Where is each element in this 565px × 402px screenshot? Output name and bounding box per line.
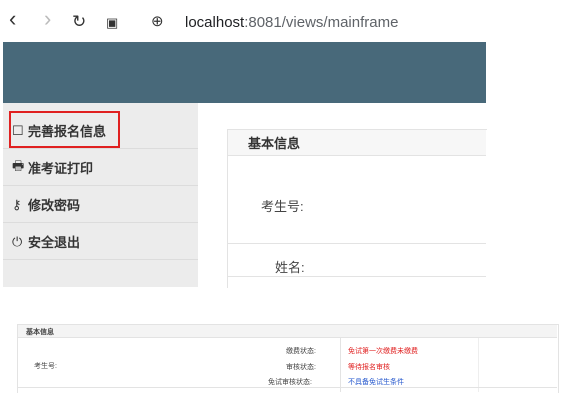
exempt-review-status-label: 免试审核状态: bbox=[268, 379, 312, 386]
sidebar-item-label: 安全退出 bbox=[28, 235, 81, 250]
thumbnail-header bbox=[18, 325, 557, 338]
print-icon: 🖶 bbox=[12, 157, 25, 173]
row-divider bbox=[228, 243, 486, 244]
sidebar-item-print-admission[interactable]: 🖶 准考证打印 bbox=[3, 150, 198, 186]
review-status-value: 等待报名审核 bbox=[348, 364, 390, 371]
review-status-label: 审核状态: bbox=[286, 364, 316, 371]
thumbnail-divider bbox=[18, 387, 557, 388]
thumbnail-exam-number-label: 考生号: bbox=[34, 363, 57, 370]
app-header bbox=[3, 42, 486, 103]
row-divider bbox=[228, 276, 486, 277]
sidebar-item-change-password[interactable]: ⚷ 修改密码 bbox=[3, 187, 198, 223]
power-icon: ⏻ bbox=[12, 233, 23, 249]
back-icon[interactable]: ‹ bbox=[9, 8, 16, 30]
thumbnail-divider bbox=[478, 338, 479, 392]
site-info-icon[interactable]: ⊕ bbox=[151, 14, 164, 30]
address-bar[interactable]: localhost:8081/views/mainframe bbox=[185, 14, 398, 32]
exempt-review-status-value: 不具备免试生条件 bbox=[348, 379, 404, 386]
thumbnail-title: 基本信息 bbox=[26, 329, 54, 336]
tabs-icon[interactable]: ▣ bbox=[106, 15, 118, 31]
sidebar-item-label: 修改密码 bbox=[28, 198, 81, 213]
highlight-box bbox=[9, 111, 120, 148]
exam-number-label: 考生号: bbox=[261, 199, 304, 214]
panel-title: 基本信息 bbox=[248, 136, 301, 151]
reload-icon[interactable]: ↻ bbox=[72, 13, 86, 30]
sidebar-item-logout[interactable]: ⏻ 安全退出 bbox=[3, 224, 198, 260]
url-path: :8081/views/mainframe bbox=[244, 14, 399, 31]
sidebar-item-label: 准考证打印 bbox=[28, 161, 94, 176]
key-icon: ⚷ bbox=[12, 196, 22, 212]
payment-status-value: 免试第一次缴费未缴费 bbox=[348, 348, 418, 355]
url-host: localhost bbox=[185, 14, 245, 31]
payment-status-label: 缴费状态: bbox=[286, 348, 316, 355]
thumbnail-divider bbox=[340, 338, 341, 392]
name-label: 姓名: bbox=[275, 260, 305, 275]
forward-icon[interactable]: › bbox=[44, 8, 51, 30]
